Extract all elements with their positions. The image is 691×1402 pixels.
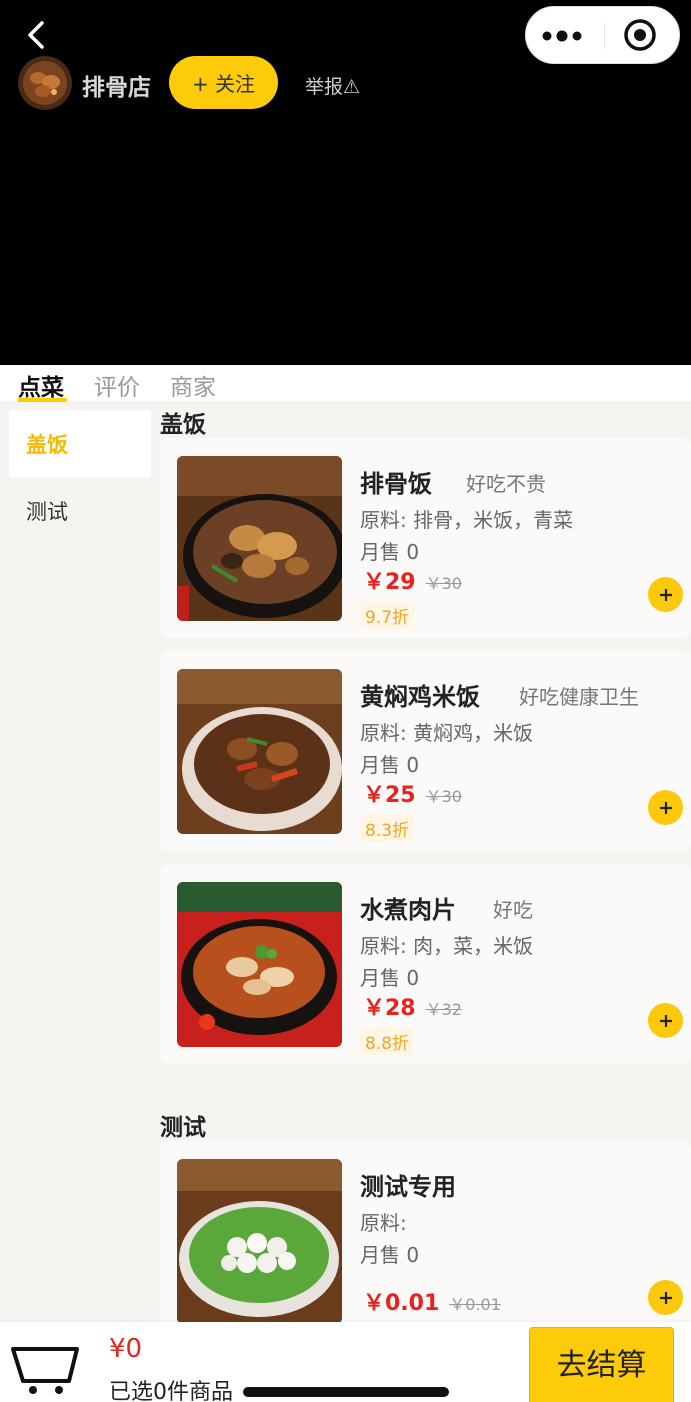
cart-total: ¥0 <box>109 1334 143 1364</box>
item-ingredients: 原料: 肉，菜，米饭 <box>360 934 534 958</box>
item-original-price: ￥30 <box>425 574 462 593</box>
category-item-test[interactable]: 测试 <box>9 477 151 544</box>
plus-icon <box>659 801 672 814</box>
price-row: ￥0.01 ￥0.01 <box>363 1285 501 1317</box>
menu-item-card[interactable]: 测试专用 原料: 月售 0 ￥0.01 ￥0.01 <box>160 1141 691 1341</box>
checkout-button[interactable]: 去结算 <box>529 1327 674 1402</box>
plus-icon <box>659 588 672 601</box>
item-price: ￥25 <box>363 783 416 808</box>
plus-icon <box>659 1014 672 1027</box>
tab-merchant[interactable]: 商家 <box>170 368 216 402</box>
menu-item-card[interactable]: 水煮肉片 好吃 原料: 肉，菜，米饭 月售 0 ￥28 ￥32 8.8折 <box>160 864 691 1064</box>
dish-image <box>177 456 342 621</box>
item-name: 黄焖鸡米饭 <box>360 683 480 711</box>
item-original-price: ￥32 <box>425 1000 462 1019</box>
more-dots-icon[interactable] <box>542 25 586 47</box>
cart-item-count: 已选0件商品 <box>109 1380 233 1402</box>
tab-reviews[interactable]: 评价 <box>94 368 140 402</box>
shop-header: 排骨店 + 关注 举报⚠ <box>0 0 691 365</box>
item-slogan: 好吃 <box>493 898 533 922</box>
menu-item-card[interactable]: 排骨饭 好吃不贵 原料: 排骨，米饭，青菜 月售 0 ￥29 ￥30 9.7折 <box>160 438 691 638</box>
capsule-divider <box>604 23 605 49</box>
menu-item-card[interactable]: 黄焖鸡米饭 好吃健康卫生 原料: 黄焖鸡，米饭 月售 0 ￥25 ￥30 8.3… <box>160 651 691 851</box>
mini-program-capsule <box>525 6 680 64</box>
discount-badge: 8.3折 <box>360 814 415 842</box>
shopping-cart-icon[interactable] <box>11 1335 81 1395</box>
price-row: ￥29 ￥30 <box>363 564 462 596</box>
item-ingredients: 原料: 黄焖鸡，米饭 <box>360 721 534 745</box>
category-sidebar: 盖饭 测试 <box>9 410 151 544</box>
price-row: ￥25 ￥30 <box>363 777 462 809</box>
price-row: ￥28 ￥32 <box>363 990 462 1022</box>
tab-active-indicator <box>18 398 67 402</box>
item-monthly-sales: 月售 0 <box>360 753 420 777</box>
item-name: 水煮肉片 <box>360 896 456 924</box>
report-link[interactable]: 举报⚠ <box>305 72 360 99</box>
item-original-price: ￥0.01 <box>449 1295 501 1314</box>
item-original-price: ￥30 <box>425 787 462 806</box>
item-price: ￥0.01 <box>363 1291 440 1316</box>
item-price: ￥28 <box>363 996 416 1021</box>
add-to-cart-button[interactable] <box>648 790 683 825</box>
shop-name: 排骨店 <box>82 75 151 101</box>
item-name: 排骨饭 <box>360 470 432 498</box>
section-title: 盖饭 <box>160 412 206 438</box>
tab-order[interactable]: 点菜 <box>18 368 64 402</box>
category-item-gaifan[interactable]: 盖饭 <box>9 410 151 477</box>
follow-button[interactable]: + 关注 <box>169 56 278 109</box>
item-monthly-sales: 月售 0 <box>360 540 420 564</box>
item-price: ￥29 <box>363 570 416 595</box>
dish-image <box>177 669 342 834</box>
add-to-cart-button[interactable] <box>648 1280 683 1315</box>
discount-badge: 9.7折 <box>360 601 415 629</box>
item-monthly-sales: 月售 0 <box>360 1243 420 1267</box>
plus-icon <box>659 1291 672 1304</box>
item-monthly-sales: 月售 0 <box>360 966 420 990</box>
item-slogan: 好吃健康卫生 <box>519 685 639 709</box>
home-indicator <box>243 1387 449 1397</box>
shop-avatar <box>18 56 72 110</box>
tab-bar: 点菜 评价 商家 <box>0 365 691 402</box>
item-slogan: 好吃不贵 <box>466 472 546 496</box>
dish-image <box>177 882 342 1047</box>
add-to-cart-button[interactable] <box>648 1003 683 1038</box>
section-title: 测试 <box>160 1115 206 1141</box>
target-icon[interactable] <box>623 18 657 52</box>
add-to-cart-button[interactable] <box>648 577 683 612</box>
item-ingredients: 原料: 排骨，米饭，青菜 <box>360 508 574 532</box>
item-ingredients: 原料: <box>360 1211 407 1235</box>
item-name: 测试专用 <box>360 1173 456 1201</box>
dish-image <box>177 1159 342 1324</box>
discount-badge: 8.8折 <box>360 1027 415 1055</box>
chevron-left-icon[interactable] <box>24 20 48 50</box>
